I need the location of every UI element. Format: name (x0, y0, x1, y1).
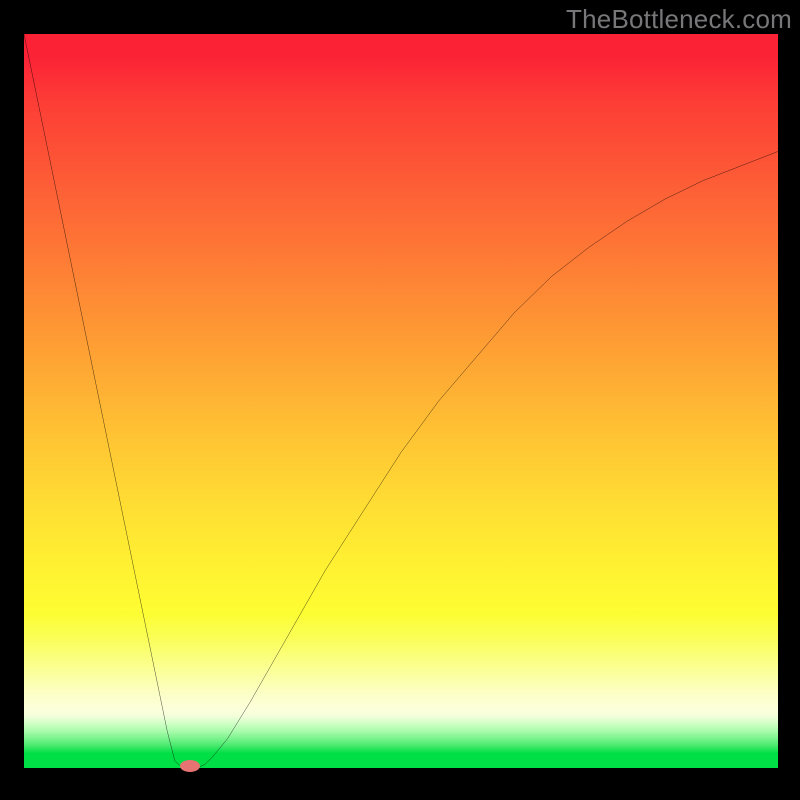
optimal-point-marker (180, 760, 200, 772)
bottleneck-curve (24, 34, 778, 768)
chart-frame (24, 34, 778, 768)
watermark-text: TheBottleneck.com (566, 4, 792, 35)
